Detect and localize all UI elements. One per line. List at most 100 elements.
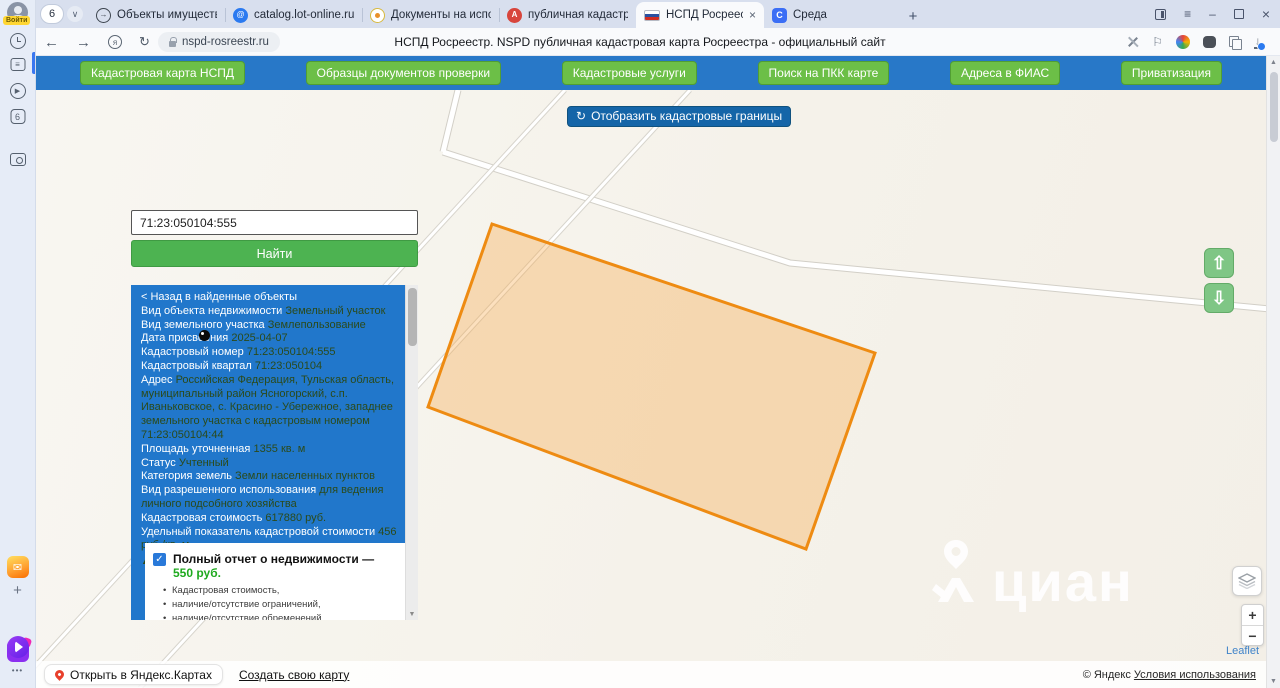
field-value: 2025-04-07 xyxy=(231,332,288,345)
zoom-control: + − xyxy=(1241,604,1264,646)
more-icon[interactable]: ••• xyxy=(12,666,23,675)
panel-scrollbar-thumb[interactable] xyxy=(408,288,417,346)
page-title: НСПД Росреестр. NSPD публичная кадастров… xyxy=(394,35,886,49)
tab-favicon-a-icon: А xyxy=(507,7,522,23)
reader-mode-icon[interactable] xyxy=(1127,36,1139,48)
side-panel-icon[interactable] xyxy=(1155,8,1167,20)
refresh-icon: ↻ xyxy=(576,109,587,123)
field-label: Вид земельного участка xyxy=(141,318,265,331)
tab-objects[interactable]: → Объекты имущества - Ф xyxy=(88,2,225,28)
yandex-copyright: © Яндекс xyxy=(1082,668,1131,681)
tab-sreda[interactable]: C Среда xyxy=(764,2,901,28)
tab-favicon-lot-icon: @ xyxy=(233,7,248,23)
show-borders-label: Отобразить кадастровые границы xyxy=(591,109,783,123)
report-checkbox[interactable]: ✓ xyxy=(153,553,166,566)
parcel-polygon[interactable] xyxy=(426,222,877,551)
tab-public-cadastral[interactable]: А публичная кадастровая xyxy=(499,2,636,28)
forward-icon[interactable]: → xyxy=(76,34,91,51)
login-badge[interactable]: Войти xyxy=(3,16,31,25)
zoom-in-button[interactable]: + xyxy=(1242,605,1263,625)
find-button[interactable]: Найти xyxy=(131,240,418,267)
parcel-field: Кадастровая стоимость 617880 руб. xyxy=(141,512,400,526)
nav-button-cadastral-map[interactable]: Кадастровая карта НСПД xyxy=(80,61,245,85)
nav-button-document-samples[interactable]: Образцы документов проверки xyxy=(305,61,502,85)
create-map-link[interactable]: Создать свою карту xyxy=(239,668,349,682)
parcel-field: Вид земельного участка Землепользование xyxy=(141,319,400,333)
scroll-down-icon[interactable]: ▼ xyxy=(1267,678,1280,685)
tab-favicon-arrow-icon: → xyxy=(96,7,111,23)
tab-group-control: 6 ∨ xyxy=(40,4,83,24)
bookmark-flag-icon[interactable]: ⚐ xyxy=(1152,35,1163,49)
report-price: 550 руб. xyxy=(173,566,221,580)
chevron-down-icon[interactable]: ∨ xyxy=(67,6,83,22)
field-value: 71:23:050104:555 xyxy=(246,346,336,359)
video-icon[interactable]: ▶ xyxy=(9,83,26,99)
report-title: Полный отчет о недвижимости — 550 руб. xyxy=(173,552,397,580)
copy-link-icon[interactable] xyxy=(1229,36,1242,50)
page-scrollbar[interactable]: ▲ ▼ xyxy=(1266,56,1280,688)
field-label: Удельный показатель кадастровой стоимост… xyxy=(141,525,376,538)
address-bar[interactable]: nspd-rosreestr.ru xyxy=(158,32,280,52)
add-service-icon[interactable]: + xyxy=(13,582,22,599)
window-controls: ≡ – × xyxy=(1155,0,1270,28)
field-label: Кадастровый квартал xyxy=(141,359,252,372)
tab-label: Объекты имущества - Ф xyxy=(117,9,217,21)
tab-count-badge[interactable]: 6 xyxy=(10,109,25,124)
reload-icon[interactable]: ↻ xyxy=(139,34,150,50)
scroll-up-icon[interactable]: ▲ xyxy=(1267,59,1280,66)
url-text: nspd-rosreestr.ru xyxy=(182,36,269,48)
field-label: Адрес xyxy=(141,373,173,386)
parcel-info: < Назад в найденные объекты Вид объекта … xyxy=(131,285,418,569)
new-tab-button[interactable]: + xyxy=(901,4,925,28)
back-icon[interactable]: ← xyxy=(44,34,59,51)
field-value: Учтенный xyxy=(178,456,229,469)
close-window-icon[interactable]: × xyxy=(1262,6,1270,22)
tab-counter[interactable]: 6 xyxy=(40,4,64,24)
alisa-icon[interactable] xyxy=(6,636,29,658)
layers-button[interactable] xyxy=(1232,566,1262,596)
zoom-out-button[interactable]: − xyxy=(1242,625,1263,645)
field-label: Категория земель xyxy=(141,470,232,483)
mail-icon[interactable]: ✉ xyxy=(6,556,29,578)
leaflet-attribution[interactable]: Leaflet xyxy=(1226,645,1259,657)
copyright-attribution: © Яндекс Условия использования xyxy=(1083,669,1256,681)
tab-favicon-c-icon: C xyxy=(772,7,787,23)
tab-nspd-active[interactable]: НСПД Росреестр. NSP × xyxy=(636,2,764,28)
back-to-results-link[interactable]: < Назад в найденные объекты xyxy=(141,291,400,305)
nav-button-privatization[interactable]: Приватизация xyxy=(1120,61,1222,85)
lock-icon xyxy=(169,36,177,47)
report-item: наличие/отсутствие обременений, xyxy=(163,613,397,620)
tab-documents[interactable]: Документы на исполнен xyxy=(362,2,499,28)
tab-label: НСПД Росреестр. NSP xyxy=(666,9,743,21)
field-label: Кадастровый номер xyxy=(141,346,244,359)
menu-icon[interactable]: ≡ xyxy=(1184,7,1191,21)
open-in-yandex-maps-button[interactable]: Открыть в Яндекс.Картах xyxy=(44,664,223,685)
protect-icon[interactable]: я xyxy=(108,35,122,49)
cadastral-search-input[interactable] xyxy=(131,210,418,235)
adblock-icon[interactable] xyxy=(1203,36,1216,48)
history-icon[interactable] xyxy=(9,33,26,49)
show-borders-button[interactable]: ↻ Отобразить кадастровые границы xyxy=(567,106,792,127)
pan-up-button[interactable]: ⇧ xyxy=(1204,248,1234,278)
tabs-panel-icon[interactable]: ≡ xyxy=(10,58,25,71)
nav-button-cadastral-services[interactable]: Кадастровые услуги xyxy=(561,61,697,85)
minimize-icon[interactable]: – xyxy=(1209,7,1216,21)
nav-button-fias[interactable]: Адреса в ФИАС xyxy=(949,61,1061,85)
terms-link[interactable]: Условия использования xyxy=(1134,669,1256,681)
layers-icon xyxy=(1238,573,1256,589)
nav-button-pkk-search[interactable]: Поиск на ПКК карте xyxy=(757,61,890,85)
maximize-icon[interactable] xyxy=(1233,9,1244,19)
extensions-icon[interactable] xyxy=(1176,35,1190,49)
site-nav-bar: Кадастровая карта НСПД Образцы документо… xyxy=(36,56,1266,90)
screenshot-icon[interactable] xyxy=(9,153,26,166)
map-canvas[interactable]: ↻ Отобразить кадастровые границы ⇧ ⇩ циа… xyxy=(36,90,1266,688)
tab-lot-online[interactable]: @ catalog.lot-online.ru/inde xyxy=(225,2,362,28)
open-in-yandex-maps-label: Открыть в Яндекс.Картах xyxy=(70,667,212,682)
panel-scroll-down-icon[interactable]: ▼ xyxy=(406,611,418,618)
scrollbar-thumb[interactable] xyxy=(1270,72,1278,142)
active-panel-indicator xyxy=(32,52,35,74)
panel-scrollbar[interactable]: ▼ xyxy=(405,285,418,620)
tab-close-icon[interactable]: × xyxy=(749,8,756,22)
downloads-icon[interactable]: ↓ xyxy=(1254,35,1266,51)
pan-down-button[interactable]: ⇩ xyxy=(1204,283,1234,313)
